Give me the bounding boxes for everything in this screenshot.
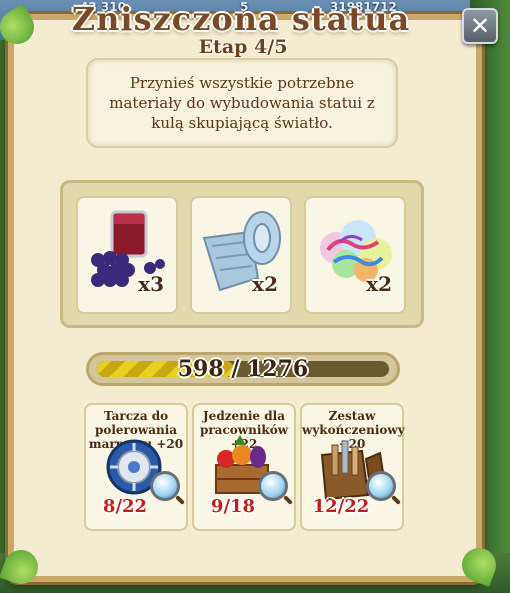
close-button[interactable]: ✕ xyxy=(462,8,498,44)
magnify-icon[interactable] xyxy=(366,471,396,501)
quest-description-box: Przynieś wszystkie potrzebne materiały d… xyxy=(86,58,398,148)
reward-slot-rainbow-cloud: x2 xyxy=(304,196,406,314)
material-card-worker-food: Jedzenie dla pracowników +22 9/18 xyxy=(192,403,296,531)
reward-slot-grape-juice: x3 xyxy=(76,196,178,314)
progress-label: 598 / 1276 xyxy=(177,356,309,382)
reward-quantity: x2 xyxy=(252,272,278,296)
material-count: 9/18 xyxy=(210,496,256,517)
dialog-stage: Etap 4/5 xyxy=(198,36,288,58)
material-card-finishing-set: Zestaw wykończeniowy +20 12/22 xyxy=(300,403,405,531)
reward-quantity: x2 xyxy=(366,272,392,296)
reward-slot-fabric-roll: x2 xyxy=(190,196,292,314)
material-count: 12/22 xyxy=(312,496,370,517)
material-count: 8/22 xyxy=(102,496,148,517)
quest-description: Przynieś wszystkie potrzebne materiały d… xyxy=(109,74,375,132)
material-card-polishing-disc: Tarcza do polerowania marmuru +20 8/22 xyxy=(84,403,188,531)
magnify-icon[interactable] xyxy=(150,471,180,501)
magnify-icon[interactable] xyxy=(258,471,288,501)
reward-quantity: x3 xyxy=(138,272,164,296)
close-icon: ✕ xyxy=(469,12,491,40)
dialog-title: Zniszczona statua xyxy=(71,0,411,38)
